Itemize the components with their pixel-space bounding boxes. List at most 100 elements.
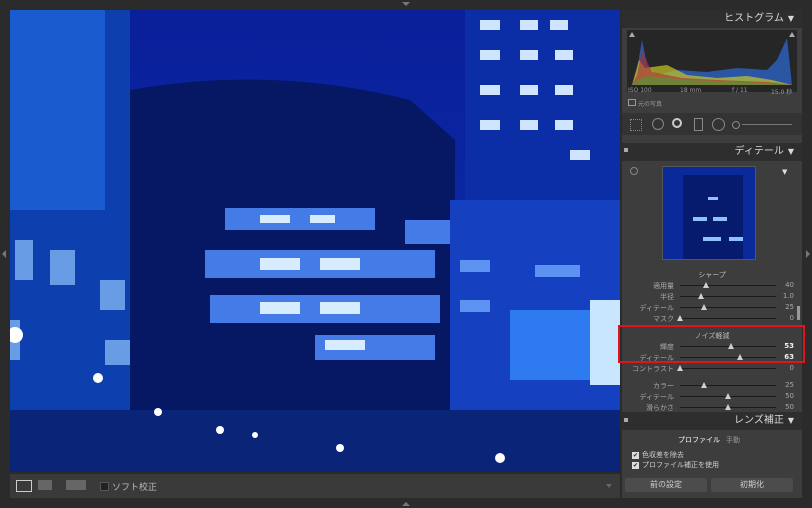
top-panel-toggle-icon[interactable] bbox=[402, 2, 410, 6]
city-night-photo bbox=[10, 10, 620, 472]
reset-button[interactable]: 初期化 bbox=[711, 478, 793, 492]
collapse-triangle-icon: ▼ bbox=[787, 147, 794, 156]
lens-corrections-title: レンズ補正 bbox=[734, 415, 784, 426]
tab-manual[interactable]: 手動 bbox=[726, 435, 740, 445]
toolbar-menu-chevron-icon[interactable] bbox=[606, 484, 612, 488]
sharpen-slider-label: 適用量 bbox=[653, 282, 674, 290]
brush-size-slider[interactable] bbox=[742, 124, 792, 125]
remove-chromatic-aberration-checkbox[interactable]: ✔ 色収差を除去 bbox=[632, 450, 684, 460]
sharpen-slider-value[interactable]: 25 bbox=[785, 303, 794, 311]
original-photo-label: 元の写真 bbox=[638, 101, 663, 108]
exif-info: ISO 100 18 mm f / 11 15.0 秒 bbox=[628, 87, 796, 96]
panel-switch-icon[interactable] bbox=[624, 148, 628, 152]
collapse-triangle-icon: ▼ bbox=[787, 14, 794, 23]
sharpen-slider-thumb[interactable] bbox=[702, 282, 709, 288]
soft-proof-label: ソフト校正 bbox=[112, 483, 158, 493]
sharpen-slider-value[interactable]: 40 bbox=[785, 281, 794, 289]
noise-slider-row: コントラスト 0 bbox=[622, 363, 802, 373]
enable-profile-corrections-checkbox[interactable]: ✔ プロファイル補正を使用 bbox=[632, 460, 719, 470]
detail-title: ディテール bbox=[734, 146, 784, 157]
focal-length-value: 18 mm bbox=[680, 87, 702, 94]
iso-value: ISO 100 bbox=[628, 87, 652, 94]
sharpen-slider-thumb[interactable] bbox=[701, 304, 707, 310]
adjustment-brush-icon[interactable] bbox=[732, 121, 740, 129]
tool-strip bbox=[622, 113, 802, 135]
detail-zoom-preview[interactable] bbox=[662, 166, 756, 260]
checkmark-icon: ✔ bbox=[632, 451, 639, 459]
soft-proof-checkbox[interactable] bbox=[100, 482, 109, 491]
sharpen-slider-row: ディテール 25 bbox=[622, 302, 802, 312]
noise-slider-thumb[interactable] bbox=[677, 365, 683, 371]
sharpen-slider-track[interactable] bbox=[680, 282, 776, 288]
detail-preview-menu-icon[interactable]: ▼ bbox=[782, 168, 787, 176]
sharpen-slider-track[interactable] bbox=[680, 293, 776, 299]
histogram-graph bbox=[632, 38, 792, 85]
red-eye-icon[interactable] bbox=[672, 118, 682, 128]
photo-icon bbox=[628, 99, 636, 106]
checkmark-icon: ✔ bbox=[632, 461, 639, 469]
sharpen-slider-thumb[interactable] bbox=[698, 293, 705, 299]
noise-slider-value[interactable]: 0 bbox=[790, 364, 794, 372]
sharpen-slider-row: 適用量 40 bbox=[622, 280, 802, 290]
sharpen-slider-label: 半径 bbox=[660, 293, 674, 301]
enable-profile-corrections-label: プロファイル補正を使用 bbox=[642, 461, 719, 469]
color-noise-slider-value[interactable]: 50 bbox=[785, 392, 794, 400]
photo-preview[interactable] bbox=[10, 10, 620, 472]
sharpen-slider-track[interactable] bbox=[680, 304, 776, 310]
before-after-icon[interactable] bbox=[38, 480, 52, 490]
remove-chromatic-aberration-label: 色収差を除去 bbox=[642, 451, 684, 459]
previous-settings-button[interactable]: 前の設定 bbox=[625, 478, 707, 492]
aperture-value: f / 11 bbox=[732, 87, 748, 94]
color-noise-slider-value[interactable]: 50 bbox=[785, 403, 794, 411]
panel-scrollbar[interactable] bbox=[797, 306, 800, 320]
sharpen-slider-label: マスク bbox=[653, 315, 674, 323]
color-noise-slider-thumb[interactable] bbox=[725, 404, 731, 410]
highlight-clipping-icon[interactable] bbox=[789, 32, 795, 37]
loupe-view-icon[interactable] bbox=[16, 480, 32, 492]
color-noise-slider-label: カラー bbox=[653, 382, 674, 390]
bottom-toolbar: ソフト校正 bbox=[10, 474, 620, 498]
color-noise-slider-row: カラー 25 bbox=[622, 380, 802, 390]
histogram-area bbox=[627, 30, 797, 92]
spot-removal-icon[interactable] bbox=[652, 118, 664, 130]
before-after-split-icon[interactable] bbox=[66, 480, 86, 490]
detail-header[interactable]: ディテール ▼ bbox=[622, 143, 802, 161]
color-noise-slider-thumb[interactable] bbox=[725, 393, 731, 399]
right-panel-toggle-icon[interactable] bbox=[806, 250, 810, 258]
sharpen-slider-value[interactable]: 0 bbox=[790, 314, 794, 322]
color-noise-slider-value[interactable]: 25 bbox=[785, 381, 794, 389]
noise-slider-label: コントラスト bbox=[632, 365, 674, 373]
graduated-filter-icon[interactable] bbox=[694, 118, 703, 131]
sharpen-title: シャープ bbox=[698, 271, 726, 279]
noise-slider-track[interactable] bbox=[677, 365, 776, 371]
tab-profile[interactable]: プロファイル bbox=[678, 435, 720, 445]
detail-target-icon[interactable] bbox=[630, 167, 638, 175]
noise-highlight-box bbox=[618, 325, 805, 363]
color-noise-slider-label: ディテール bbox=[639, 393, 674, 401]
color-noise-slider-track[interactable] bbox=[680, 393, 776, 399]
color-noise-slider-row: 滑らかさ 50 bbox=[622, 402, 802, 412]
panel-switch-icon[interactable] bbox=[624, 418, 628, 422]
original-photo-indicator: 元の写真 bbox=[628, 99, 662, 108]
collapse-triangle-icon: ▼ bbox=[787, 416, 794, 425]
sharpen-slider-value[interactable]: 1.0 bbox=[783, 292, 794, 300]
develop-right-panel: ヒストグラム ▼ ISO 100 18 mm f / 11 15.0 秒 元の写真… bbox=[622, 10, 802, 498]
sharpen-slider-thumb[interactable] bbox=[677, 315, 683, 321]
shadow-clipping-icon[interactable] bbox=[629, 32, 635, 37]
lens-corrections-header[interactable]: レンズ補正 ▼ bbox=[622, 412, 802, 430]
color-noise-slider-thumb[interactable] bbox=[701, 382, 707, 388]
left-panel-toggle-icon[interactable] bbox=[2, 250, 6, 258]
bottom-panel-toggle-icon[interactable] bbox=[402, 502, 410, 506]
shutter-value: 15.0 秒 bbox=[771, 89, 793, 96]
radial-filter-icon[interactable] bbox=[712, 118, 725, 131]
histogram-header[interactable]: ヒストグラム ▼ bbox=[622, 10, 802, 28]
color-noise-slider-track[interactable] bbox=[680, 382, 776, 388]
detail-preview-image bbox=[663, 167, 755, 259]
histogram-title: ヒストグラム bbox=[724, 13, 784, 24]
sharpen-slider-label: ディテール bbox=[639, 304, 674, 312]
sharpen-slider-row: マスク 0 bbox=[622, 313, 802, 323]
sharpen-slider-row: 半径 1.0 bbox=[622, 291, 802, 301]
crop-tool-icon[interactable] bbox=[630, 119, 642, 131]
color-noise-slider-track[interactable] bbox=[680, 404, 776, 410]
sharpen-slider-track[interactable] bbox=[677, 315, 776, 321]
